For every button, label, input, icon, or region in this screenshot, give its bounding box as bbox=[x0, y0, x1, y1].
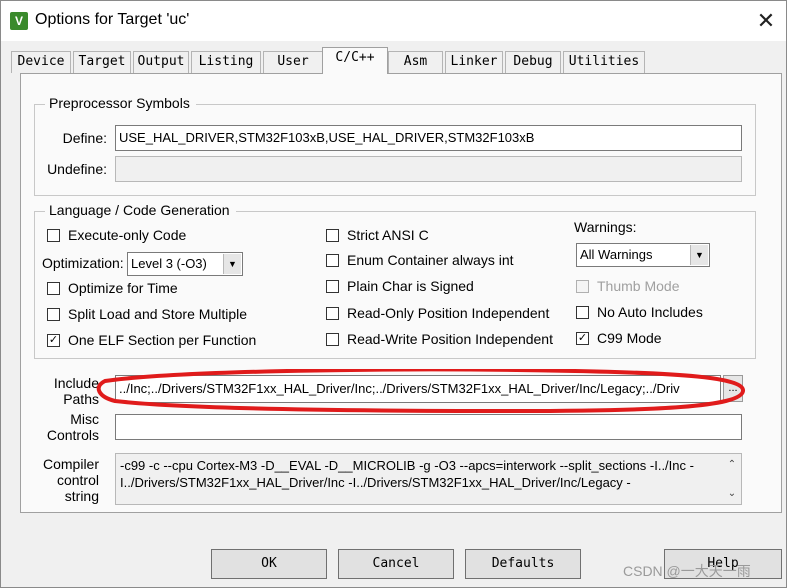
define-label: Define: bbox=[62, 130, 107, 146]
no-auto-includes-checkbox[interactable] bbox=[576, 306, 589, 319]
optimize-time-checkbox[interactable] bbox=[47, 282, 60, 295]
misc-label-line2: Controls bbox=[46, 427, 99, 443]
tab-output[interactable]: Output bbox=[133, 51, 189, 73]
misc-controls-input[interactable] bbox=[115, 414, 742, 440]
warnings-select[interactable]: All Warnings ▼ bbox=[576, 243, 710, 267]
thumb-mode-checkbox[interactable] bbox=[576, 280, 589, 293]
tab-target[interactable]: Target bbox=[73, 51, 131, 73]
warnings-label: Warnings: bbox=[574, 219, 637, 235]
chevron-down-icon: ▼ bbox=[690, 245, 708, 265]
compiler-label-line2: control bbox=[56, 472, 99, 488]
csdn-watermark: CSDN @一大天一雨 bbox=[623, 563, 751, 579]
plain-char-label: Plain Char is Signed bbox=[347, 278, 474, 294]
optimization-value: Level 3 (-O3) bbox=[131, 256, 207, 271]
tab-listing[interactable]: Listing bbox=[191, 51, 261, 73]
ok-button[interactable]: OK bbox=[211, 549, 327, 579]
c99-mode-checkbox[interactable]: ✓ bbox=[576, 332, 589, 345]
close-icon[interactable]: ✕ bbox=[753, 7, 779, 35]
one-elf-checkbox[interactable]: ✓ bbox=[47, 334, 60, 347]
strict-ansi-label: Strict ANSI C bbox=[347, 227, 429, 243]
compiler-label-line3: string bbox=[64, 488, 99, 504]
compiler-line-2: I../Drivers/STM32F1xx_HAL_Driver/Inc -I.… bbox=[120, 475, 631, 490]
language-group-title: Language / Code Generation bbox=[45, 202, 236, 218]
include-label-line2: Paths bbox=[63, 391, 99, 407]
rwpi-checkbox[interactable] bbox=[326, 333, 339, 346]
tab-asm[interactable]: Asm bbox=[388, 51, 443, 73]
enum-container-label: Enum Container always int bbox=[347, 252, 514, 268]
c99-mode-label: C99 Mode bbox=[597, 330, 662, 346]
compiler-line-1: -c99 -c --cpu Cortex-M3 -D__EVAL -D__MIC… bbox=[120, 458, 694, 473]
misc-label-line1: Misc bbox=[70, 411, 99, 427]
plain-char-checkbox[interactable] bbox=[326, 280, 339, 293]
include-paths-label: Include Paths bbox=[39, 375, 99, 407]
optimization-label: Optimization: bbox=[42, 255, 124, 271]
no-auto-includes-label: No Auto Includes bbox=[597, 304, 703, 320]
define-input[interactable]: USE_HAL_DRIVER,STM32F103xB,USE_HAL_DRIVE… bbox=[115, 125, 742, 151]
tab-c-cpp[interactable]: C/C++ bbox=[322, 47, 388, 74]
warnings-value: All Warnings bbox=[580, 247, 653, 262]
compiler-control-string[interactable]: -c99 -c --cpu Cortex-M3 -D__EVAL -D__MIC… bbox=[115, 453, 742, 505]
defaults-button[interactable]: Defaults bbox=[465, 549, 581, 579]
tab-utilities[interactable]: Utilities bbox=[563, 51, 645, 73]
window-title: Options for Target 'uc' bbox=[35, 11, 190, 28]
keil-app-icon: V bbox=[10, 12, 28, 30]
tab-user[interactable]: User bbox=[263, 51, 323, 73]
undefine-label: Undefine: bbox=[47, 161, 107, 177]
execute-only-checkbox[interactable] bbox=[47, 229, 60, 242]
strict-ansi-checkbox[interactable] bbox=[326, 229, 339, 242]
misc-controls-label: Misc Controls bbox=[39, 411, 99, 443]
execute-only-label: Execute-only Code bbox=[68, 227, 187, 243]
cancel-button[interactable]: Cancel bbox=[338, 549, 454, 579]
tab-debug[interactable]: Debug bbox=[505, 51, 561, 73]
compiler-label-line1: Compiler bbox=[42, 456, 99, 472]
preprocessor-group-title: Preprocessor Symbols bbox=[45, 95, 196, 111]
one-elf-label: One ELF Section per Function bbox=[68, 332, 257, 348]
split-load-checkbox[interactable] bbox=[47, 308, 60, 321]
options-dialog: V Options for Target 'uc' ✕ Device Targe… bbox=[0, 0, 787, 588]
undefine-input[interactable] bbox=[115, 156, 742, 182]
ropi-label: Read-Only Position Independent bbox=[347, 305, 550, 321]
scroll-up-icon[interactable]: ⌃ bbox=[725, 457, 739, 473]
optimize-time-label: Optimize for Time bbox=[68, 280, 178, 296]
red-ellipse-annotation bbox=[96, 369, 745, 413]
split-load-label: Split Load and Store Multiple bbox=[68, 306, 247, 322]
tab-linker[interactable]: Linker bbox=[445, 51, 503, 73]
thumb-mode-label: Thumb Mode bbox=[597, 278, 680, 294]
compiler-control-label: Compiler control string bbox=[39, 456, 99, 504]
scroll-down-icon[interactable]: ⌄ bbox=[725, 486, 739, 502]
chevron-down-icon: ▼ bbox=[223, 254, 241, 274]
optimization-select[interactable]: Level 3 (-O3) ▼ bbox=[127, 252, 243, 276]
rwpi-label: Read-Write Position Independent bbox=[347, 331, 553, 347]
ropi-checkbox[interactable] bbox=[326, 307, 339, 320]
enum-container-checkbox[interactable] bbox=[326, 254, 339, 267]
title-bar: V Options for Target 'uc' ✕ bbox=[1, 1, 786, 41]
include-label-line1: Include bbox=[53, 375, 99, 391]
tab-strip: Device Target Output Listing User C/C++ … bbox=[11, 47, 781, 74]
tab-device[interactable]: Device bbox=[11, 51, 71, 73]
